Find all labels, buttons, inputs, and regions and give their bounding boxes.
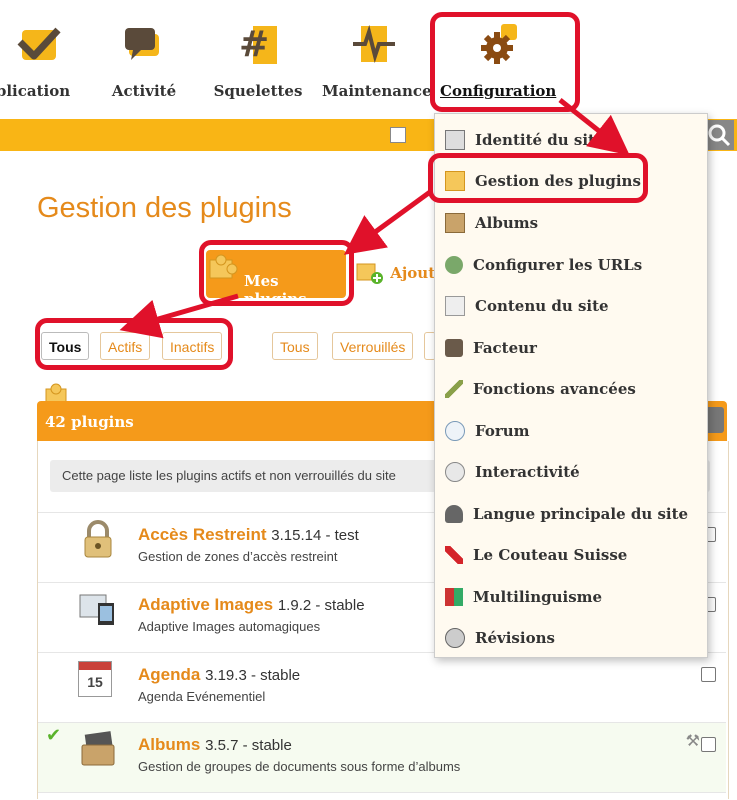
- albums-icon: [81, 731, 115, 766]
- plugin-version: 1.9.2 - stable: [277, 597, 365, 614]
- tab-ajouter[interactable]: Ajout: [355, 260, 435, 286]
- nav-squelettes[interactable]: # Squelettes: [210, 20, 306, 100]
- menu-item-revisions[interactable]: Révisions: [445, 628, 555, 652]
- plugin-version: 3.15.14 - test: [271, 527, 359, 544]
- adaptive-images-icon: [79, 594, 114, 625]
- filter-verrouilles[interactable]: Verrouillés: [332, 332, 414, 360]
- nav-publication[interactable]: blication: [0, 20, 82, 100]
- highlight-configuration: [430, 12, 580, 112]
- plugin-name[interactable]: Albums: [138, 735, 200, 754]
- menu-item-albums[interactable]: Albums: [445, 213, 538, 237]
- albums-icon: [445, 213, 465, 233]
- nav-maintenance[interactable]: Maintenance: [322, 20, 432, 100]
- nav-activite[interactable]: Activité: [108, 20, 180, 100]
- menu-item-facteur[interactable]: Facteur: [445, 338, 537, 362]
- plugin-version: 3.5.7 - stable: [205, 737, 292, 754]
- calendar-icon: 15: [78, 661, 112, 697]
- plugin-row[interactable]: ✔ Albums 3.5.7 - stable Gestion de group…: [38, 722, 726, 793]
- page-title: Gestion des plugins: [37, 192, 292, 224]
- wrench-icon: [445, 380, 463, 398]
- plugin-description: Adaptive Images automagiques: [138, 619, 321, 634]
- menu-item-interactivite[interactable]: Interactivité: [445, 462, 580, 486]
- menu-item-forum[interactable]: Forum: [445, 421, 530, 445]
- mailman-icon: [445, 339, 463, 357]
- clock-icon: [445, 628, 465, 648]
- filter-lock-tous[interactable]: Tous: [272, 332, 318, 360]
- menu-item-langue[interactable]: Langue principale du site: [445, 504, 688, 528]
- menu-item-urls[interactable]: Configurer les URLs: [445, 255, 642, 279]
- plugin-row[interactable]: 15 Agenda 3.19.3 - stable Agenda Evéneme…: [38, 652, 726, 723]
- active-check-icon: ✔: [46, 725, 62, 745]
- plugin-description: Gestion de groupes de documents sous for…: [138, 759, 461, 774]
- toolbar-icon[interactable]: [390, 127, 406, 143]
- check-icon: [17, 27, 61, 60]
- identity-icon: [445, 130, 465, 150]
- plugin-description: Gestion de zones d’accès restreint: [138, 549, 338, 564]
- menu-item-fonctions[interactable]: Fonctions avancées: [445, 379, 636, 403]
- plugin-count: 42 plugins: [45, 413, 134, 431]
- person-icon: [445, 505, 463, 523]
- plugin-version: 3.19.3 - stable: [205, 667, 301, 684]
- menu-item-multilinguisme[interactable]: Multilinguisme: [445, 587, 602, 611]
- menu-item-contenu[interactable]: Contenu du site: [445, 296, 609, 320]
- speech-bubble-icon: [125, 28, 159, 60]
- highlight-mes-plugins: [199, 240, 354, 306]
- puzzle-add-icon: [356, 263, 383, 284]
- top-navigation: blication Activité # Squelettes Maintena…: [0, 0, 737, 120]
- menu-item-couteau[interactable]: Le Couteau Suisse: [445, 545, 627, 569]
- highlight-gestion-plugins: [428, 153, 648, 203]
- plugin-checkbox[interactable]: [701, 667, 716, 682]
- speech-bubble-icon: [445, 421, 465, 441]
- plugin-description: Agenda Evénementiel: [138, 689, 266, 704]
- knife-icon: [445, 546, 463, 564]
- chat-icon: [445, 462, 465, 482]
- highlight-filters: [35, 318, 233, 370]
- padlock-icon: [84, 520, 112, 558]
- search-icon[interactable]: [704, 120, 734, 150]
- plugin-name[interactable]: Accès Restreint: [138, 525, 267, 544]
- svg-text:#: #: [239, 24, 269, 65]
- plugin-name[interactable]: Agenda: [138, 665, 200, 684]
- menu-item-identite[interactable]: Identité du site: [445, 130, 605, 154]
- hash-icon: #: [239, 24, 277, 65]
- flags-icon: [445, 588, 463, 606]
- settings-icon[interactable]: ⚒: [686, 731, 700, 751]
- pulse-icon: [353, 24, 395, 64]
- plugin-checkbox[interactable]: [701, 737, 716, 752]
- document-icon: [445, 296, 465, 316]
- globe-icon: [445, 256, 463, 274]
- plugin-name[interactable]: Adaptive Images: [138, 595, 273, 614]
